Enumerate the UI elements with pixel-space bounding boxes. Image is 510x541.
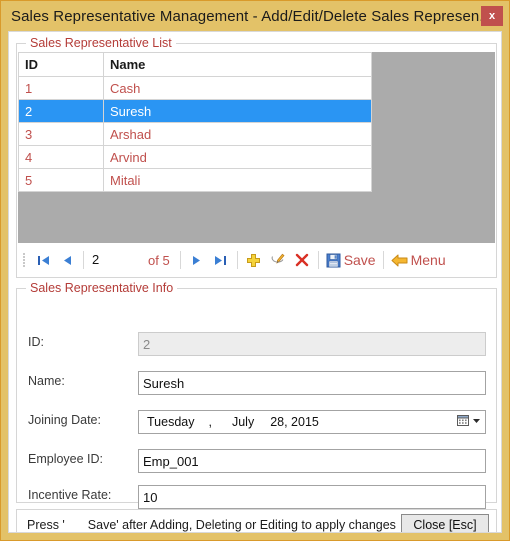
first-record-button[interactable] [31,248,55,272]
last-page-icon [214,254,227,267]
table-row[interactable]: 4 Arvind [18,145,372,169]
employee-id-input[interactable] [138,449,486,473]
toolbar-separator [179,251,181,269]
first-page-icon [37,254,50,267]
toolbar-separator [382,251,384,269]
table-row[interactable]: 3 Arshad [18,122,372,146]
employee-id-field-label: Employee ID: [28,452,104,466]
grid-table: ID Name 1 Cash 2 Suresh 3 Arshad 4 Arvin… [18,52,372,192]
save-button[interactable]: Save [323,248,379,272]
calendar-dropdown-icon[interactable] [457,414,481,427]
table-row[interactable]: 1 Cash [18,76,372,100]
column-header-name[interactable]: Name [103,52,372,77]
current-page-input[interactable] [88,250,146,270]
toolbar-separator [317,251,319,269]
status-message-part1: Press ' [27,517,65,532]
previous-record-button[interactable] [55,248,79,272]
table-row[interactable]: 2 Suresh [18,99,372,123]
field-row-incentive-rate: Incentive Rate: [28,485,488,509]
sales-representative-grid[interactable]: ID Name 1 Cash 2 Suresh 3 Arshad 4 Arvin… [18,52,495,243]
window-title: Sales Representative Management - Add/Ed… [11,7,493,25]
cell-name[interactable]: Mitali [103,168,372,192]
cell-name[interactable]: Arshad [103,122,372,146]
date-weekday[interactable]: Tuesday [147,415,194,429]
page-total-label: of 5 [148,252,170,268]
back-arrow-icon [391,253,408,268]
id-input [138,332,486,356]
toolbar-separator [83,251,84,269]
cell-id[interactable]: 2 [18,99,104,123]
toolbar-grip[interactable] [21,251,29,269]
status-message: Press ' Save' after Adding, Deleting or … [27,518,396,532]
date-month[interactable]: July [232,415,254,429]
cell-id[interactable]: 3 [18,122,104,146]
application-window: Sales Representative Management - Add/Ed… [0,0,510,541]
status-bar: Press ' Save' after Adding, Deleting or … [16,509,497,532]
save-button-label: Save [343,252,376,268]
cell-id[interactable]: 5 [18,168,104,192]
cell-name[interactable]: Suresh [103,99,372,123]
sales-representative-list-group: Sales Representative List ID Name 1 Cash [16,36,497,278]
sales-representative-info-group: Sales Representative Info ID: Name: Join… [16,281,497,509]
joining-date-picker[interactable]: Tuesday , July 28, 2015 [138,410,486,434]
edit-record-button[interactable] [266,248,290,272]
toolbar-separator [236,251,238,269]
delete-cross-icon [295,253,309,267]
field-row-joining-date: Joining Date: Tuesday , July 28, 2015 [28,410,488,434]
id-field-label: ID: [28,335,44,349]
list-group-legend: Sales Representative List [26,36,176,50]
field-row-id: ID: [28,332,488,356]
last-record-button[interactable] [209,248,233,272]
client-area: Sales Representative List ID Name 1 Cash [8,31,502,533]
column-header-id[interactable]: ID [18,52,104,77]
cell-name[interactable]: Arvind [103,145,372,169]
edit-pencil-icon [270,252,286,268]
cell-id[interactable]: 4 [18,145,104,169]
window-close-button[interactable]: x [481,6,503,26]
field-row-employee-id: Employee ID: [28,449,488,473]
incentive-rate-field-label: Incentive Rate: [28,488,112,502]
grid-header-row: ID Name [18,52,372,77]
add-plus-icon [246,253,261,268]
cell-name[interactable]: Cash [103,76,372,100]
previous-page-icon [61,254,74,267]
menu-button-label: Menu [410,252,446,268]
table-row[interactable]: 5 Mitali [18,168,372,192]
joining-date-field-label: Joining Date: [28,413,101,427]
add-record-button[interactable] [242,248,266,272]
field-row-name: Name: [28,371,488,395]
next-record-button[interactable] [185,248,209,272]
incentive-rate-input[interactable] [138,485,486,509]
next-page-icon [190,254,203,267]
menu-button[interactable]: Menu [388,248,449,272]
delete-record-button[interactable] [290,248,314,272]
info-group-legend: Sales Representative Info [26,281,178,295]
status-message-part2: Save' after Adding, Deleting or Editing … [87,517,396,532]
close-esc-button[interactable]: Close [Esc] [401,514,489,532]
save-floppy-icon [326,253,341,268]
cell-id[interactable]: 1 [18,76,104,100]
name-input[interactable] [138,371,486,395]
name-field-label: Name: [28,374,65,388]
title-bar: Sales Representative Management - Add/Ed… [1,1,509,31]
record-navigator-toolbar: of 5 [18,244,495,276]
date-day-year[interactable]: 28, 2015 [270,415,319,429]
date-comma: , [208,415,212,429]
